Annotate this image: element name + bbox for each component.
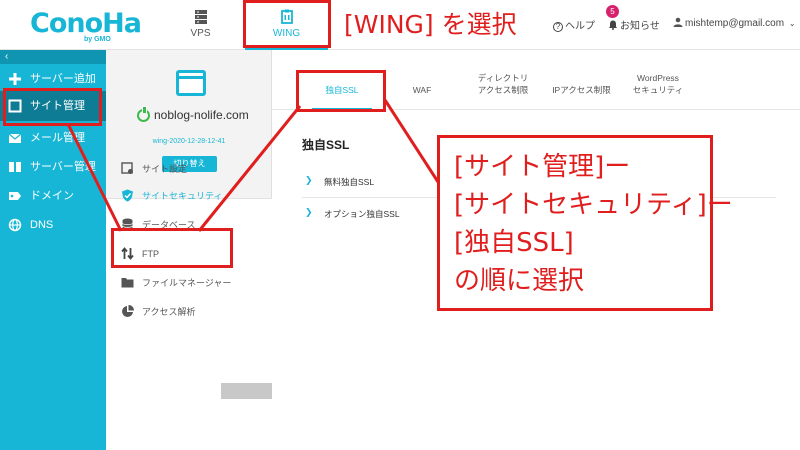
annotation-wing-box (243, 0, 331, 48)
annotation-ssl-box (296, 70, 386, 112)
callout-line: [サイト管理]ー (454, 152, 631, 182)
callout-line: の順に選択 (454, 266, 585, 296)
annotation-site-box (3, 88, 102, 126)
annotation-wing-label: [WING] を選択 (344, 10, 517, 39)
callout-line: [独自SSL] (454, 228, 574, 258)
annotation-security-box (111, 228, 233, 268)
annotation-callout: [サイト管理]ー [サイトセキュリティ]ー [独自SSL] の順に選択 (437, 135, 733, 311)
callout-line: [サイトセキュリティ]ー (454, 190, 733, 220)
